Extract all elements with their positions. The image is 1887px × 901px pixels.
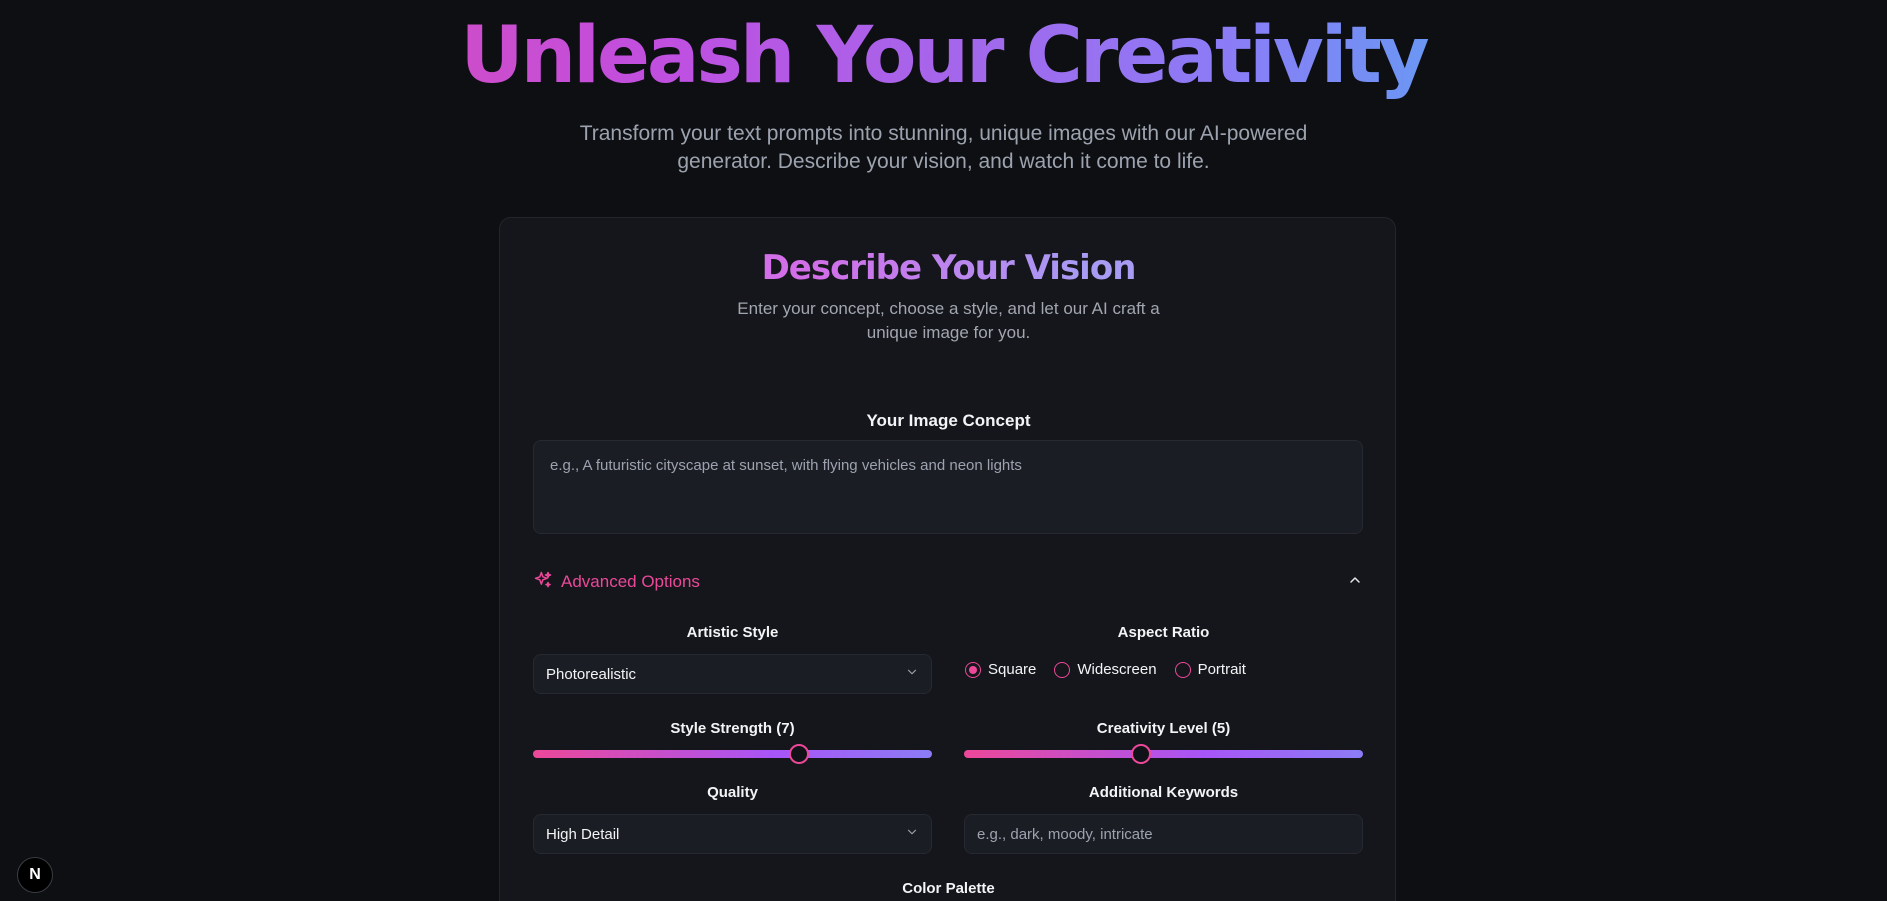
aspect-ratio-option-label: Square (988, 661, 1037, 678)
radio-icon (1174, 661, 1191, 678)
keywords-input[interactable] (964, 814, 1363, 854)
slider-thumb[interactable] (1131, 744, 1152, 764)
concept-label: Your Image Concept (866, 411, 1031, 430)
aspect-ratio-option-label: Portrait (1197, 661, 1246, 678)
generator-card: Describe Your Vision Enter your concept,… (499, 217, 1396, 901)
advanced-options-label: Advanced Options (561, 572, 700, 591)
card-subtitle: Enter your concept, choose a style, and … (737, 299, 1160, 342)
hero-title: Unleash Your Creativity (0, 8, 1887, 104)
artistic-style-label: Artistic Style (686, 624, 779, 641)
aspect-ratio-widescreen[interactable]: Widescreen (1054, 661, 1157, 678)
aspect-ratio-square[interactable]: Square (965, 661, 1036, 678)
style-strength-label: Style Strength (7) (670, 720, 795, 737)
badge-letter: N (29, 866, 41, 883)
aspect-ratio-label: Aspect Ratio (1117, 624, 1210, 641)
nextjs-badge[interactable]: N (17, 857, 53, 893)
page: Unleash Your Creativity Transform your t… (0, 0, 1887, 901)
keywords-label: Additional Keywords (1088, 784, 1239, 801)
quality-select[interactable]: High Detail (533, 814, 932, 854)
aspect-ratio-option-label: Widescreen (1077, 661, 1157, 678)
sparkles-icon (533, 570, 553, 595)
card-title: Describe Your Vision (500, 246, 1397, 290)
chevron-down-icon (905, 665, 919, 683)
radio-icon (965, 661, 981, 678)
aspect-ratio-group: Square Widescreen Portrait (965, 661, 1246, 678)
hero-subtitle: Transform your text prompts into stunnin… (579, 122, 1308, 173)
creativity-level-label: Creativity Level (5) (1096, 720, 1231, 737)
radio-icon (1054, 661, 1071, 678)
quality-value: High Detail (546, 825, 620, 843)
chevron-up-icon[interactable] (1347, 572, 1363, 593)
creativity-level-slider[interactable] (964, 744, 1363, 764)
artistic-style-value: Photorealistic (546, 665, 637, 683)
aspect-ratio-portrait[interactable]: Portrait (1174, 661, 1246, 678)
slider-thumb[interactable] (788, 744, 809, 764)
artistic-style-select[interactable]: Photorealistic (533, 654, 932, 694)
quality-label: Quality (707, 784, 758, 801)
color-palette-label: Color Palette (902, 880, 995, 897)
concept-input[interactable] (533, 440, 1363, 534)
style-strength-slider[interactable] (533, 744, 932, 764)
chevron-down-icon (905, 825, 919, 843)
advanced-options-toggle[interactable]: Advanced Options (533, 567, 1363, 597)
